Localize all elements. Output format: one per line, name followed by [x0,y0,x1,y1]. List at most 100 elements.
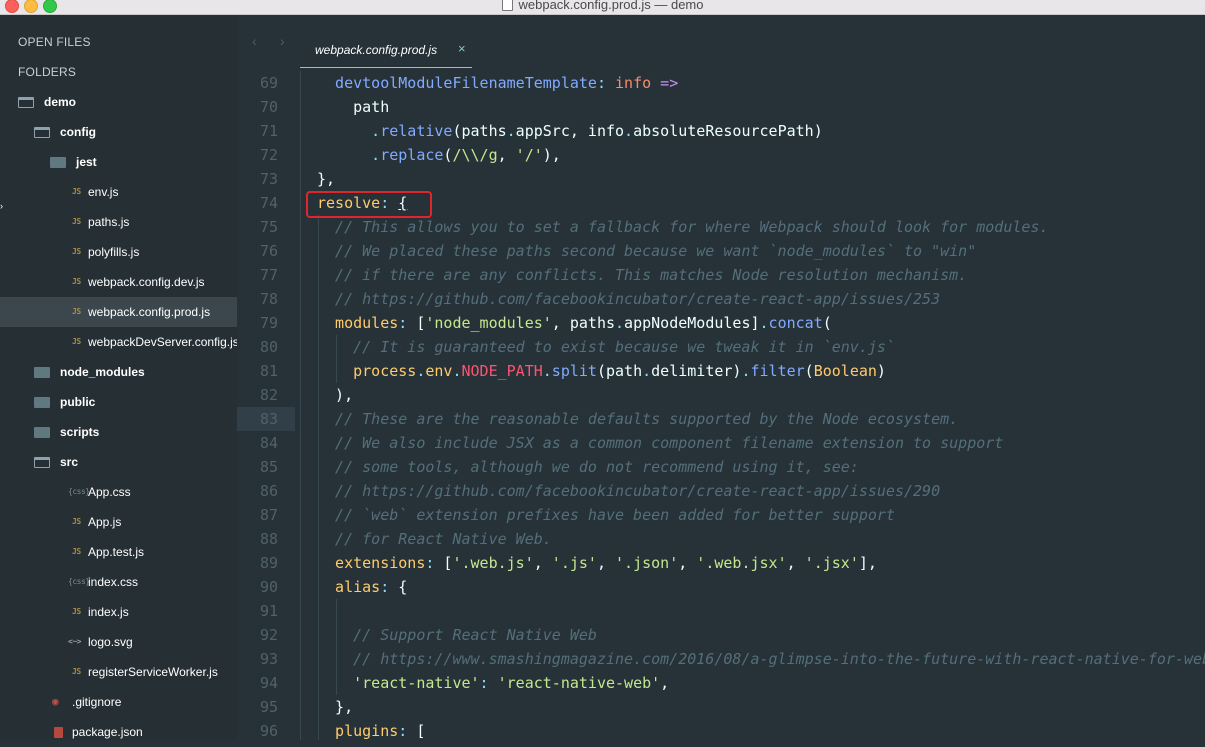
folder-icon [34,397,50,408]
tree-item[interactable]: JS paths.js [0,207,237,237]
tree-item[interactable]: JS polyfills.js [0,237,237,267]
folders-header[interactable]: FOLDERS [0,57,237,87]
line-number: 87 [259,506,278,524]
tree-item-label: package.json [72,725,143,739]
line-number: 80 [259,338,278,356]
code-text: // These are the reasonable defaults sup… [335,407,958,431]
tree-item[interactable]: {css} App.css [0,477,237,507]
folder-icon [34,427,50,438]
js-file-icon: JS [72,307,81,316]
code-token: { [398,578,408,596]
code-token: : [380,578,399,596]
code-text: // for React Native Web. [335,527,552,551]
tree-item[interactable]: public [0,387,237,417]
code-token: // https://github.com/facebookincubator/… [335,482,941,500]
code-token: '.jsx' [804,554,859,572]
code-token: '.web.jsx' [696,554,787,572]
tree-item[interactable]: JS App.js [0,507,237,537]
css-file-icon: {css} [68,487,90,496]
line-number: 82 [259,386,278,404]
tree-item[interactable]: JS webpack.config.prod.js [0,297,237,327]
tree-item[interactable]: node_modules [0,357,237,387]
code-line: 89 extensions: ['.web.js', '.js', '.json'… [237,551,1205,575]
code-line: 76 // We placed these paths second becaus… [237,239,1205,263]
code-token: appSrc, info [515,122,625,140]
tree-item-label: public [60,395,96,409]
code-line: 70 path [237,95,1205,119]
code-token: // We placed these paths second because … [335,242,977,260]
code-token: : [596,74,616,92]
window-title: webpack.config.prod.js — demo [518,0,704,12]
line-number: 72 [259,146,278,164]
code-line: 79 modules: ['node_modules', paths.appNod… [237,311,1205,335]
tree-item[interactable]: src [0,447,237,477]
tree-item[interactable]: JS App.test.js [0,537,237,567]
sidebar-resize-caret[interactable]: › [0,201,3,211]
line-number: 74 [259,194,278,212]
tree-item[interactable]: {css} index.css [0,567,237,597]
open-files-header[interactable]: OPEN FILES [0,27,237,57]
code-line: 96 plugins: [ [237,719,1205,740]
tree-item-label: node_modules [60,365,145,379]
line-number: 71 [259,122,278,140]
code-text: extensions: ['.web.js', '.js', '.json', … [335,551,877,575]
code-token: : [398,722,417,740]
code-token: [ [416,722,426,740]
line-number: 77 [259,266,278,284]
code-token: 'react-native-web' [497,674,661,692]
back-arrow-icon[interactable]: ‹ [252,33,257,49]
code-token: '.js' [551,554,597,572]
code-line: 83 // These are the reasonable defaults s… [237,407,1205,431]
code-token: // some tools, although we do not recomm… [335,458,859,476]
code-text: // It is guaranteed to exist because we … [353,335,895,359]
code-text: // This allows you to set a fallback for… [335,215,1048,239]
tree-item-label: .gitignore [72,695,122,709]
js-file-icon: JS [72,277,81,286]
code-token: '.web.js' [452,554,534,572]
code-token: : [398,314,417,332]
tree-item[interactable]: <~> logo.svg [0,627,237,657]
folder-icon [34,367,50,378]
code-text: // Support React Native Web [353,623,597,647]
tree-item[interactable]: config [0,117,237,147]
tab-webpack-config-prod[interactable]: webpack.config.prod.js × [300,23,472,68]
folder-open-icon [34,127,50,138]
title-bar: webpack.config.prod.js — demo [0,0,1205,15]
js-file-icon: JS [72,247,81,256]
code-token: . [542,362,552,380]
code-line: 87 // `web` extension prefixes have been … [237,503,1205,527]
line-number: 69 [259,74,278,92]
code-line: 90 alias: { [237,575,1205,599]
tree-item[interactable]: package.json [0,717,237,747]
package-file-icon [54,727,63,738]
tree-item[interactable]: JS webpackDevServer.config.js [0,327,239,357]
code-line: 72 .replace(/\\/g, '/'), [237,143,1205,167]
code-line: 86 // https://github.com/facebookincubato… [237,479,1205,503]
close-icon[interactable]: × [458,41,466,56]
tree-item[interactable]: scripts [0,417,237,447]
tree-item-label: App.js [88,515,122,529]
tree-item[interactable]: ◉ .gitignore [0,687,237,717]
code-token: 'react-native' [353,674,480,692]
tree-item[interactable]: demo [0,87,237,117]
code-token: // https://www.smashingmagazine.com/2016… [353,650,1205,668]
code-editor[interactable]: 69 devtoolModuleFilenameTemplate: info =>… [237,68,1205,740]
line-number: 85 [259,458,278,476]
tree-item[interactable]: JS index.js [0,597,237,627]
tree-item[interactable]: JS webpack.config.dev.js [0,267,237,297]
code-token: filter [750,362,805,380]
code-token: extensions [335,554,426,572]
line-number: 84 [259,434,278,452]
tree-item[interactable]: jest [0,147,237,177]
code-token: ], [858,554,877,572]
code-text: // We placed these paths second because … [335,239,976,263]
code-text: // some tools, although we do not recomm… [335,455,859,479]
line-number: 79 [259,314,278,332]
code-token: , [786,554,805,572]
js-file-icon: JS [72,217,81,226]
forward-arrow-icon[interactable]: › [280,33,285,49]
code-token: . [371,122,381,140]
code-text: // `web` extension prefixes have been ad… [335,503,895,527]
tree-item[interactable]: JS registerServiceWorker.js [0,657,237,687]
tree-item[interactable]: JS env.js [0,177,237,207]
